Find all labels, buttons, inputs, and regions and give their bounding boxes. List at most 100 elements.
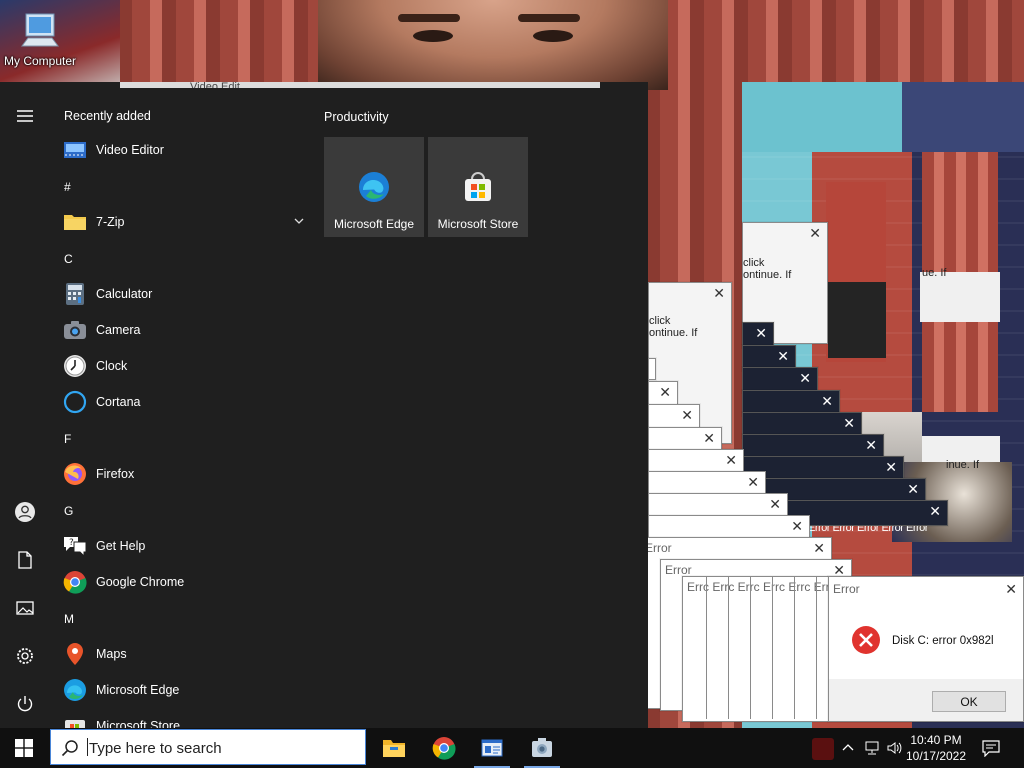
app-item-calculator[interactable]: Calculator [62,278,312,310]
stacked-titles: Errc Errc Errc Errc Errc Errc Er [687,580,851,594]
clock-date: 10/17/2022 [905,749,967,763]
start-button[interactable] [0,728,48,768]
close-icon[interactable]: ✕ [747,474,759,490]
store-icon [465,172,491,201]
hamburger-menu-icon [17,110,33,122]
recently-added-header: Recently added [64,109,151,123]
desktop-icon-label: My Computer [3,54,77,68]
close-icon[interactable]: ✕ [809,225,821,241]
close-icon[interactable]: ✕ [769,496,781,512]
app-label: Camera [96,323,141,337]
app-item-maps[interactable]: Maps [62,638,312,670]
taskbar-chrome[interactable] [420,728,468,768]
app-label: Firefox [96,467,135,481]
close-icon[interactable]: ✕ [755,325,767,341]
tile-microsoft-edge[interactable]: Microsoft Edge [324,137,424,237]
calculator-icon [62,281,88,307]
chrome-icon [62,569,88,595]
pictures-button[interactable] [13,596,37,620]
error-text-fragment: click [649,315,671,327]
desktop-icon-my-computer[interactable]: My Computer [2,10,78,68]
close-icon[interactable]: ✕ [681,407,693,423]
user-icon [15,502,35,522]
section-header: M [64,612,74,626]
taskbar-window-app[interactable] [468,728,516,768]
camera-icon [62,317,88,343]
error-text-fragment: inue. If [946,459,980,471]
user-account-button[interactable] [13,500,37,524]
notification-icon[interactable] [982,739,1000,757]
app-item-camera[interactable]: Camera [62,314,312,346]
close-icon[interactable]: ✕ [703,430,715,446]
taskbar-file-explorer[interactable] [370,728,418,768]
error-dialog-stack-item: ✕ [648,493,788,517]
error-icon [852,626,880,654]
app-label: Video Editor [96,143,164,157]
close-icon[interactable]: ✕ [659,384,671,400]
close-icon[interactable]: ✕ [885,459,897,475]
close-icon[interactable]: ✕ [713,285,725,301]
windows-logo-icon [15,739,33,757]
error-dialog-stack-item: ✕ [648,381,678,405]
section-header: C [64,252,73,266]
taskbar-hidden-app[interactable] [812,738,834,760]
error-message: Disk C: error 0x982l [892,635,994,647]
app-item-firefox[interactable]: Firefox [62,458,312,490]
settings-button[interactable] [13,644,37,668]
app-label: Maps [96,647,127,661]
error-dialog-stack-item: ✕ [648,515,810,539]
close-icon[interactable]: ✕ [843,415,855,431]
app-item-7zip[interactable]: 7-Zip [62,206,312,238]
close-icon[interactable]: ✕ [1005,581,1017,597]
taskbar-image-viewer[interactable] [518,728,566,768]
dialog-title: Error [833,582,860,596]
tile-group-header: Productivity [324,110,389,124]
app-label: Calculator [96,287,153,301]
power-button[interactable] [13,692,37,716]
app-item-get-help[interactable]: ? Get Help [62,530,312,562]
taskbar-search-box[interactable] [50,729,366,765]
app-label: Clock [96,359,128,373]
app-label: Google Chrome [96,575,185,589]
close-icon[interactable]: ✕ [813,540,825,556]
close-icon[interactable]: ✕ [777,348,789,364]
app-item-video-editor[interactable]: Video Editor [62,134,312,166]
app-item-google-chrome[interactable]: Google Chrome [62,566,312,598]
documents-icon [18,551,32,569]
close-icon[interactable]: ✕ [725,452,737,468]
close-icon[interactable]: ✕ [791,518,803,534]
edge-icon [62,677,88,703]
taskbar-clock[interactable]: 10:40 PM 10/17/2022 [896,732,976,764]
cortana-icon [62,389,88,415]
window-app-icon [481,739,503,757]
documents-button[interactable] [13,548,37,572]
error-text-fragment: click [743,257,765,269]
pictures-icon [16,601,34,615]
app-item-cortana[interactable]: Cortana [62,386,312,418]
hamburger-menu-button[interactable] [13,104,37,128]
close-icon[interactable]: ✕ [929,503,941,519]
close-icon[interactable]: ✕ [865,437,877,453]
app-item-microsoft-store[interactable]: Microsoft Store [62,710,312,728]
error-dialog-stack-item: ✕ [648,404,700,428]
section-header: G [64,504,74,518]
error-dialog: Error ✕ Disk C: error 0x982l OK [828,576,1024,722]
start-menu: Video Edit Recently added Video Editor # [0,81,648,728]
search-icon [61,740,78,757]
start-rail [0,82,50,728]
network-icon[interactable] [864,740,880,756]
search-input[interactable] [87,735,361,761]
tile-microsoft-store[interactable]: Microsoft Store [428,137,528,237]
ok-button[interactable]: OK [932,691,1006,712]
app-item-microsoft-edge[interactable]: Microsoft Edge [62,674,312,706]
close-icon[interactable]: ✕ [799,370,811,386]
app-label: Microsoft Store [96,719,181,728]
close-icon[interactable]: ✕ [821,393,833,409]
close-icon[interactable]: ✕ [907,481,919,497]
video-editor-icon [62,137,88,163]
app-item-clock[interactable]: Clock [62,350,312,382]
section-header: # [64,180,71,194]
chevron-up-icon[interactable] [840,740,856,756]
chevron-down-icon[interactable] [294,218,304,225]
file-explorer-icon [383,740,405,757]
